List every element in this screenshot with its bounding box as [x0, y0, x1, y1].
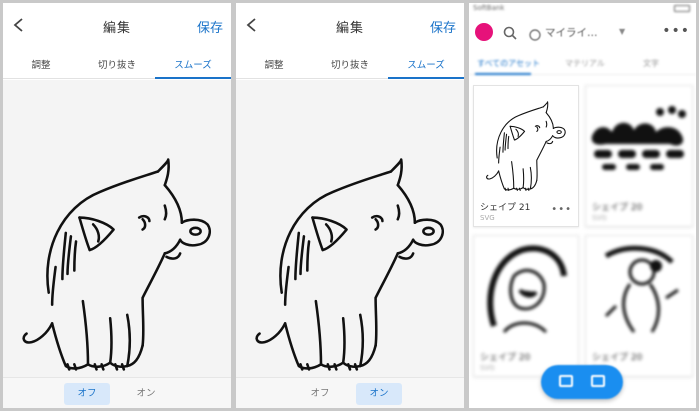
- figure-shape-image: [604, 245, 679, 333]
- save-button[interactable]: 保存: [197, 17, 223, 36]
- tab-crop[interactable]: 切り抜き: [312, 51, 388, 78]
- preview-canvas: [3, 80, 231, 377]
- asset-thumbnail: [586, 86, 692, 194]
- smooth-toggle: オフ オン: [3, 377, 231, 408]
- avatar[interactable]: [475, 23, 493, 41]
- asset-name: シェイプ 20: [592, 353, 643, 363]
- boar-thumbnail-image: [486, 101, 566, 191]
- tab-smooth[interactable]: スムーズ: [155, 51, 231, 79]
- chevron-down-icon[interactable]: ▼: [619, 27, 625, 36]
- toggle-on-button[interactable]: オン: [356, 383, 402, 405]
- tab-text[interactable]: 文字: [643, 58, 659, 69]
- asset-thumbnail: [474, 86, 578, 194]
- blob-shape-image: [591, 106, 686, 170]
- more-options-icon[interactable]: •••: [662, 23, 690, 39]
- editor-header: 編集 保存: [3, 3, 231, 47]
- tab-all-assets[interactable]: すべてのアセット: [477, 58, 540, 69]
- asset-type: SVG: [592, 214, 607, 222]
- tab-smooth[interactable]: スムーズ: [388, 51, 464, 79]
- editor-tabs: 調整 切り抜き スムーズ: [3, 51, 231, 79]
- figure-shape-image: [487, 245, 567, 334]
- asset-name: シェイプ 20: [592, 203, 643, 213]
- asset-card[interactable]: シェイプ 20 SVG: [473, 235, 579, 377]
- smooth-toggle: オフ オン: [236, 377, 464, 408]
- asset-type: SVG: [480, 364, 495, 372]
- image-icon: [559, 375, 573, 387]
- asset-card[interactable]: シェイプ 20 SVG: [585, 235, 693, 377]
- asset-name: シェイプ 20: [480, 353, 531, 363]
- active-tab-indicator: [475, 73, 531, 75]
- library-icon: [529, 26, 541, 45]
- boar-shape-image: [255, 158, 445, 371]
- card-more-icon[interactable]: •••: [551, 204, 572, 215]
- search-icon[interactable]: [503, 25, 517, 44]
- tab-crop[interactable]: 切り抜き: [79, 51, 155, 78]
- carrier-label: SoftBank: [473, 4, 505, 12]
- asset-card[interactable]: シェイプ 21 SVG •••: [473, 85, 579, 227]
- tab-materials[interactable]: マテリアル: [565, 58, 605, 69]
- asset-tabs: すべてのアセット マテリアル 文字: [469, 51, 696, 75]
- asset-thumbnail: [474, 236, 578, 344]
- camera-icon: [591, 375, 605, 387]
- library-title[interactable]: マイライ…: [545, 25, 598, 40]
- asset-type: SVG: [480, 214, 495, 222]
- editor-header: 編集 保存: [236, 3, 464, 47]
- editor-tabs: 調整 切り抜き スムーズ: [236, 51, 464, 79]
- boar-shape-image: [22, 158, 212, 371]
- toggle-on-button[interactable]: オン: [123, 383, 169, 405]
- save-button[interactable]: 保存: [430, 17, 456, 36]
- library-panel: SoftBank マイライ… ▼ ••• すべてのアセット マテリアル 文字 シ…: [469, 3, 696, 408]
- editor-panel-smooth-on: 編集 保存 調整 切り抜き スムーズ オフ オン: [236, 3, 464, 408]
- library-topbar: マイライ… ▼ •••: [469, 17, 696, 47]
- asset-thumbnail: [586, 236, 692, 344]
- editor-panel-smooth-off: 編集 保存 調整 切り抜き スムーズ オフ オン: [3, 3, 231, 408]
- preview-canvas: [236, 80, 464, 377]
- add-asset-fab[interactable]: [541, 365, 623, 399]
- battery-icon: [674, 5, 690, 12]
- tab-adjust[interactable]: 調整: [3, 51, 79, 78]
- toggle-off-button[interactable]: オフ: [64, 383, 110, 405]
- tab-adjust[interactable]: 調整: [236, 51, 312, 78]
- toggle-off-button[interactable]: オフ: [297, 383, 343, 405]
- asset-name: シェイプ 21: [480, 203, 531, 213]
- status-bar: SoftBank: [469, 3, 696, 15]
- asset-card[interactable]: シェイプ 20 SVG: [585, 85, 693, 227]
